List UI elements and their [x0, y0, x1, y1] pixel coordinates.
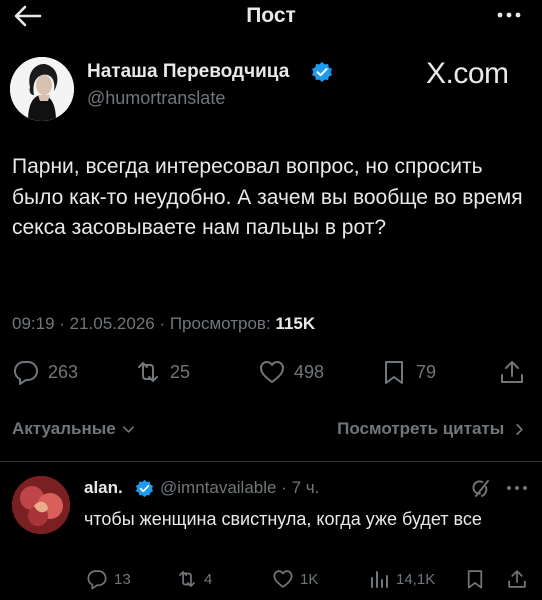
- comment-icon: [87, 570, 107, 590]
- chevron-right-icon: [516, 424, 523, 435]
- reply-views-count: 14,1K: [396, 570, 436, 588]
- reply-repost-count: 4: [204, 570, 213, 588]
- heart-icon: [260, 361, 284, 383]
- more-horizontal-icon: [497, 12, 521, 18]
- reply-reply-count: 13: [114, 570, 131, 588]
- bookmark-icon: [467, 570, 483, 589]
- author-name[interactable]: Наташа Переводчица: [87, 61, 289, 83]
- reply-avatar-image: [12, 476, 70, 534]
- reply-like-count: 1K: [300, 570, 319, 588]
- grok-icon: [472, 480, 489, 497]
- share-icon: [501, 361, 523, 383]
- xcom-watermark: X.com: [426, 57, 509, 90]
- reply-count: 263: [48, 361, 79, 382]
- comment-icon: [14, 361, 38, 385]
- author-portrait: [10, 57, 74, 121]
- reply-more-button[interactable]: [503, 478, 531, 498]
- reply-author-name[interactable]: alan.: [84, 478, 123, 498]
- author-handle[interactable]: @humortranslate: [87, 88, 225, 109]
- like-button[interactable]: 498: [258, 358, 324, 386]
- verified-badge-icon: [311, 61, 333, 83]
- reply-author-handle[interactable]: @imntavailable · 7 ч.: [160, 478, 319, 498]
- more-options-button[interactable]: [494, 2, 524, 28]
- reply-share-button[interactable]: [506, 566, 528, 592]
- quotes-label: Посмотреть цитаты: [337, 419, 505, 438]
- bookmark-button[interactable]: 79: [380, 358, 436, 386]
- bookmark-count: 79: [416, 361, 437, 382]
- tweet-text: Парни, всегда интересовал вопрос, но спр…: [12, 155, 523, 239]
- replies-sort-dropdown[interactable]: Актуальные: [12, 419, 135, 439]
- chevron-down-icon: [123, 426, 135, 433]
- tweet-actions: 263 25 498 79: [0, 352, 542, 392]
- top-bar: Пост: [0, 0, 542, 34]
- reply-button[interactable]: 263: [12, 358, 78, 386]
- analytics-icon: [371, 571, 388, 588]
- reply-author-avatar[interactable]: [12, 476, 70, 534]
- bookmark-icon: [385, 361, 403, 384]
- reply-actions: 13 4 1K 14,1K: [0, 564, 542, 594]
- repost-icon: [138, 362, 158, 382]
- share-button[interactable]: [498, 358, 526, 386]
- reply-like-button[interactable]: 1K: [272, 566, 318, 592]
- verified-badge-icon: [135, 479, 154, 498]
- tweet-views-count[interactable]: 115K: [275, 314, 315, 333]
- repost-count: 25: [170, 361, 191, 382]
- sort-label: Актуальные: [12, 419, 116, 438]
- reply-bookmark-button[interactable]: [464, 566, 486, 592]
- more-horizontal-icon: [507, 486, 527, 490]
- reply-repost-button[interactable]: 4: [176, 566, 212, 592]
- repost-icon: [179, 571, 195, 587]
- author-avatar[interactable]: [10, 57, 74, 121]
- reply-reply-button[interactable]: 13: [86, 566, 131, 592]
- divider: [0, 461, 542, 462]
- view-quotes-link[interactable]: Посмотреть цитаты: [337, 419, 526, 439]
- heart-icon: [273, 570, 293, 588]
- reply-views-button[interactable]: 14,1K: [368, 566, 435, 592]
- page-title: Пост: [246, 4, 296, 27]
- tweet-timestamp[interactable]: 09:19 · 21.05.2026 · Просмотров:: [12, 314, 275, 333]
- like-count: 498: [294, 361, 325, 382]
- tweet-meta: 09:19 · 21.05.2026 · Просмотров: 115K: [12, 314, 315, 334]
- repost-button[interactable]: 25: [134, 358, 190, 386]
- share-icon: [508, 570, 526, 588]
- grok-button[interactable]: [469, 478, 491, 500]
- reply-text: чтобы женщина свистнула, когда уже будет…: [84, 509, 482, 529]
